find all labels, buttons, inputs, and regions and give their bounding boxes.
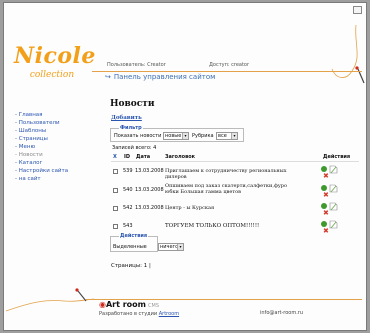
sidebar-item-templates[interactable]: - Шаблоны — [15, 127, 68, 135]
sidebar-item-to-site[interactable]: - на сайт — [15, 175, 68, 183]
page-icon[interactable] — [329, 202, 338, 211]
filter-rubric-value: все — [218, 133, 227, 139]
sidebar-item-users[interactable]: - Пользователи — [15, 119, 68, 127]
row-date: 13.03.2008 — [135, 205, 164, 211]
table-header: X ID Дата Заголовок Действия — [111, 153, 359, 162]
row-date: 13.03.2008 — [135, 168, 164, 174]
sidebar-item-site-settings[interactable]: - Настройки сайта — [15, 167, 68, 175]
sidebar-item-catalog[interactable]: - Каталог — [15, 159, 68, 167]
footer-email[interactable]: info@art-room.ru — [260, 310, 303, 316]
chevron-down-icon: ▾ — [182, 133, 188, 139]
browser-window: Nicole collection Пользователь: Creator … — [3, 2, 367, 331]
panel-title-text: Панель управления сайтом — [113, 73, 216, 81]
filter-rubric-select[interactable]: все ▾ — [216, 132, 238, 140]
row-id: 542 — [123, 205, 133, 211]
row-checkbox[interactable] — [113, 224, 118, 229]
row-id: 539 — [123, 168, 133, 174]
table-row: 539 13.03.2008 Приглашаем к сотрудничест… — [111, 164, 359, 180]
chevron-down-icon: ▾ — [177, 244, 183, 250]
sidebar-item-news[interactable]: - Новости — [15, 151, 68, 159]
row-title: Приглашаем к сотрудничеству региональных… — [165, 168, 287, 180]
actions-header: Действия — [323, 154, 351, 160]
row-id: 543 — [123, 223, 133, 229]
artroom-logo-text: Art room — [105, 300, 147, 309]
row-title: Опшиваем под заказ скатерти,салфетки,фур… — [165, 183, 288, 195]
sidebar-item-home[interactable]: - Главная — [15, 111, 68, 119]
table-row: 542 13.03.2008 Центр - ы Курская ✖ — [111, 201, 359, 217]
access-label: Доступ: creator — [209, 62, 250, 68]
filter-show-value: новые — [165, 133, 182, 139]
arrow-right-icon: ↪ — [105, 73, 111, 81]
delete-icon[interactable]: ✖ — [323, 172, 329, 180]
logo-subtext: collection — [29, 70, 75, 80]
thread-decoration-icon — [5, 288, 95, 312]
artroom-cms: CMS — [148, 303, 159, 309]
row-date: 13.03.2008 — [135, 187, 164, 193]
header-divider — [92, 71, 362, 72]
bulk-action-value: ничего — [160, 244, 179, 250]
filter-rubric-label: Рубрика — [192, 133, 214, 139]
sidebar-item-menu[interactable]: - Меню — [15, 143, 68, 151]
row-title: Центр - ы Курская — [165, 205, 215, 211]
row-id: 540 — [123, 187, 133, 193]
filter-box: Фильтр Показать новости новые ▾ Рубрика … — [110, 125, 244, 142]
sidebar-nav: - Главная - Пользователи - Шаблоны - Стр… — [15, 111, 68, 183]
sidebar-item-pages[interactable]: - Страницы — [15, 135, 68, 143]
footer-credit: Разработано в студии Artroom — [99, 311, 179, 317]
logo-text: Nicole — [14, 43, 96, 69]
id-header: ID — [124, 154, 131, 160]
artroom-mark-icon: ◉ — [99, 300, 106, 309]
table-row: 543 ТОРГУЕМ ТОЛЬКО ОПТОМ!!!!!! ✖ — [111, 219, 359, 235]
date-header: Дата — [136, 154, 151, 160]
row-checkbox[interactable] — [113, 188, 118, 193]
row-checkbox[interactable] — [113, 206, 118, 211]
table-row: 540 13.03.2008 Опшиваем под заказ скатер… — [111, 183, 359, 199]
filter-legend: Фильтр — [119, 125, 143, 131]
footer-credit-link[interactable]: Artroom — [159, 311, 179, 317]
nicole-logo[interactable]: Nicole collection — [14, 43, 96, 87]
pagination[interactable]: Страницы: 1 | — [111, 263, 151, 269]
actions-legend: Действия — [119, 233, 149, 239]
row-checkbox[interactable] — [113, 169, 118, 174]
page-icon[interactable] — [329, 165, 338, 174]
artroom-logo[interactable]: ◉Art room CMS — [99, 300, 159, 309]
page-title: Новости — [110, 99, 155, 109]
title-header: Заголовок — [165, 154, 196, 160]
footer-credit-text: Разработано в студии — [99, 311, 158, 317]
chevron-down-icon: ▾ — [231, 133, 237, 139]
panel-title[interactable]: ↪ Панель управления сайтом — [105, 73, 215, 81]
filter-show-label: Показать новости — [114, 133, 162, 139]
delete-icon[interactable]: ✖ — [323, 191, 329, 199]
bulk-actions-box: Действия Выделенные — [110, 233, 158, 252]
select-all-header[interactable]: X — [113, 154, 117, 160]
user-label: Пользователь: Creator — [107, 62, 166, 68]
delete-icon[interactable]: ✖ — [323, 227, 329, 235]
delete-icon[interactable]: ✖ — [323, 209, 329, 217]
selected-label: Выделенные — [113, 244, 147, 250]
bulk-action-select[interactable]: ничего ▾ — [158, 243, 184, 251]
page-icon[interactable] — [329, 220, 338, 229]
add-link[interactable]: Добавить — [111, 115, 142, 121]
total-records: Записей всего: 4 — [112, 145, 157, 151]
thread-decoration-icon — [331, 24, 365, 84]
row-title: ТОРГУЕМ ТОЛЬКО ОПТОМ!!!!!! — [165, 223, 260, 229]
filter-show-select[interactable]: новые ▾ — [163, 132, 189, 140]
page-icon[interactable] — [329, 184, 338, 193]
resize-icon[interactable] — [353, 6, 362, 14]
